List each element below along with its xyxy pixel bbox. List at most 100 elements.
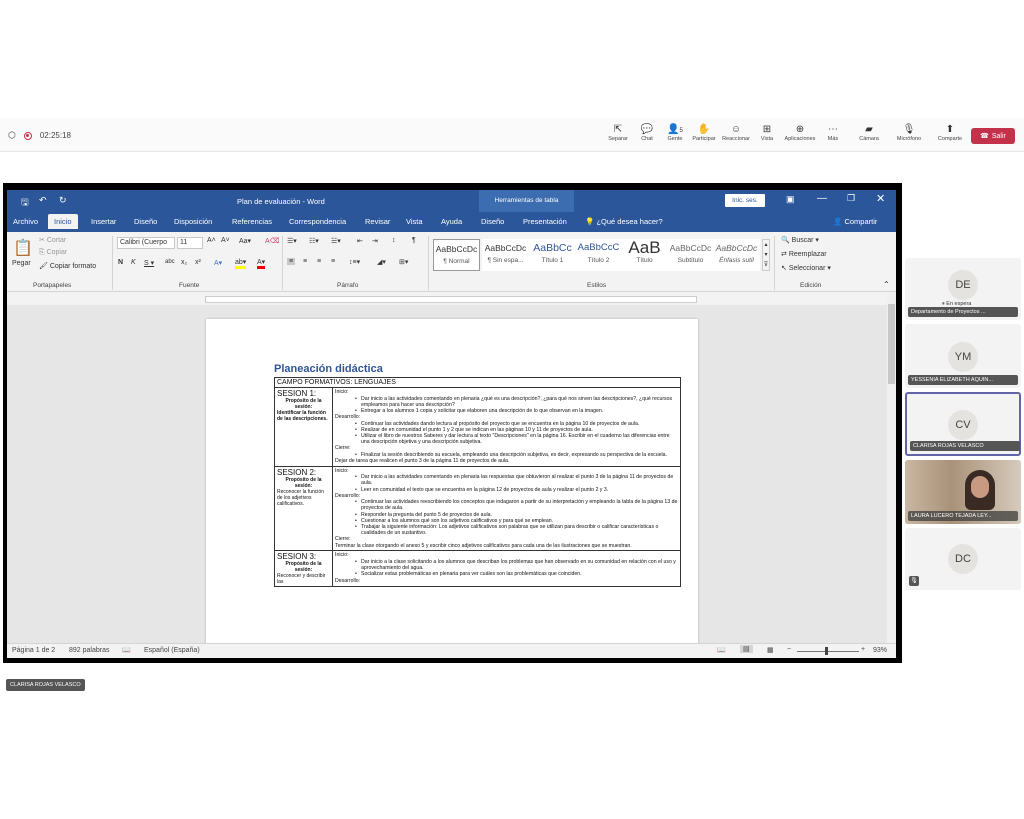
toolbar-button-reaccionar[interactable]: ☺ Reaccionar — [719, 124, 753, 142]
tab-diseno[interactable]: Diseño — [134, 217, 157, 226]
justify-icon[interactable]: ≡ — [331, 258, 335, 265]
save-icon[interactable]: 🖫 — [21, 195, 29, 211]
align-center-icon[interactable]: ≡ — [303, 258, 307, 265]
word-count[interactable]: 892 palabras — [69, 647, 109, 654]
select-button[interactable]: ↖ Seleccionar ▾ — [781, 264, 831, 272]
tab-vista[interactable]: Vista — [406, 217, 423, 226]
participant-tile-video[interactable]: LAURA LUCERO TEJADA LEY... — [905, 460, 1021, 524]
paste-icon[interactable]: 📋 — [13, 238, 33, 258]
participant-tile-active[interactable]: CV CLARISA ROJAS VELASCO — [905, 392, 1021, 456]
read-mode-icon[interactable]: 📖 — [717, 646, 726, 654]
sign-in-button[interactable]: Inic. ses. — [725, 194, 765, 207]
change-case-icon[interactable]: Aa▾ — [239, 237, 251, 245]
pilcrow-icon[interactable]: ¶ — [412, 237, 416, 244]
replace-button[interactable]: ⇄ Reemplazar — [781, 250, 827, 258]
clear-format-icon[interactable]: A⌫ — [265, 237, 280, 245]
find-button[interactable]: 🔍 Buscar ▾ — [781, 236, 819, 244]
proofing-icon[interactable]: 📖 — [122, 646, 131, 654]
zoom-in-icon[interactable]: + — [861, 646, 865, 653]
leave-button[interactable]: ☎ Salir — [971, 128, 1015, 144]
page-count[interactable]: Página 1 de 2 — [12, 647, 55, 654]
format-painter-button[interactable]: 🖌 Copiar formato — [39, 262, 96, 270]
text-effects-icon[interactable]: A▾ — [214, 259, 222, 267]
redo-icon[interactable]: ↻ — [59, 195, 67, 206]
zoom-slider-thumb[interactable] — [825, 647, 828, 655]
multilevel-list-icon[interactable]: ☱▾ — [331, 237, 341, 245]
document-page[interactable]: Planeación didáctica CAMPO FORMATIVOS: L… — [206, 319, 698, 643]
zoom-out-icon[interactable]: − — [787, 646, 791, 653]
ribbon-display-icon[interactable]: ▣ — [786, 194, 795, 205]
cut-button[interactable]: ✂ Cortar — [39, 236, 66, 244]
web-layout-icon[interactable]: ▦ — [767, 646, 774, 654]
toolbar-button-microfono[interactable]: 🎙 Micrófono — [892, 124, 926, 142]
font-color-icon[interactable]: A▾ — [257, 258, 266, 269]
minimize-icon[interactable]: — — [817, 193, 827, 204]
print-layout-icon[interactable]: ▤ — [740, 645, 753, 653]
tab-referencias[interactable]: Referencias — [232, 217, 272, 226]
undo-icon[interactable]: ↶ — [39, 195, 47, 206]
toolbar-button-aplicaciones[interactable]: ⊕ Aplicaciones — [783, 124, 817, 142]
borders-icon[interactable]: ⊞▾ — [399, 258, 408, 266]
style-normal[interactable]: AaBbCcDc ¶ Normal — [433, 239, 480, 271]
tab-revisar[interactable]: Revisar — [365, 217, 390, 226]
tab-ayuda[interactable]: Ayuda — [441, 217, 462, 226]
zoom-slider[interactable] — [797, 651, 859, 652]
copy-button[interactable]: ⎘ Copiar — [39, 249, 67, 257]
style-title[interactable]: AaB Título — [621, 239, 668, 271]
superscript-icon[interactable]: x² — [195, 259, 201, 266]
toolbar-button-camara[interactable]: ▰ Cámara — [852, 124, 886, 142]
underline-icon[interactable]: S ▾ — [144, 259, 154, 267]
scrollbar-thumb[interactable] — [888, 304, 895, 384]
participant-tile[interactable]: YM YESSENIA ELIZABETH AQUIN... — [905, 324, 1021, 388]
style-heading-1[interactable]: AaBbCc Título 1 — [529, 239, 576, 271]
recording-icon — [23, 131, 32, 140]
tab-table-diseno[interactable]: Diseño — [481, 217, 504, 226]
tab-insertar[interactable]: Insertar — [91, 217, 116, 226]
collapse-ribbon-icon[interactable]: ⌃ — [883, 280, 890, 289]
tab-archivo[interactable]: Archivo — [13, 217, 38, 226]
style-no-spacing[interactable]: AaBbCcDc ¶ Sin espa... — [482, 239, 529, 271]
bold-icon[interactable]: N — [118, 259, 123, 266]
shading-icon[interactable]: ◢▾ — [377, 258, 386, 266]
align-left-icon[interactable]: ≡ — [287, 258, 296, 265]
toolbar-button-comparte[interactable]: ⬆ Comparte — [933, 124, 967, 142]
tab-presentacion[interactable]: Presentación — [523, 217, 567, 226]
toolbar-button-mas[interactable]: ⋯ Más — [816, 124, 850, 142]
decrease-indent-icon[interactable]: ⇤ — [357, 237, 363, 245]
toolbar-button-vista[interactable]: ⊞ Vista — [750, 124, 784, 142]
participant-tile[interactable]: DE ⏸ En espera Departamento de Proyectos… — [905, 258, 1021, 320]
style-heading-2[interactable]: AaBbCcC Título 2 — [575, 239, 622, 271]
sort-icon[interactable]: ↕ — [392, 237, 396, 244]
zoom-level[interactable]: 93% — [873, 647, 887, 654]
strikethrough-icon[interactable]: abc — [165, 259, 175, 265]
subscript-icon[interactable]: x₂ — [181, 259, 187, 266]
italic-icon[interactable]: K — [131, 259, 136, 266]
align-right-icon[interactable]: ≡ — [317, 258, 321, 265]
tab-disposicion[interactable]: Disposición — [174, 217, 212, 226]
more-icon: ⋯ — [828, 124, 838, 135]
highlight-icon[interactable]: ab▾ — [235, 258, 247, 269]
grow-font-icon[interactable]: A˄ — [207, 237, 216, 244]
paste-button[interactable]: Pegar — [12, 260, 31, 267]
toolbar-button-participar[interactable]: ✋ Participar — [687, 124, 721, 142]
status-bar: Página 1 de 2 892 palabras 📖 Español (Es… — [7, 643, 896, 658]
language-indicator[interactable]: Español (España) — [144, 647, 200, 654]
close-icon[interactable]: ✕ — [876, 192, 885, 205]
numbering-icon[interactable]: ☷▾ — [309, 237, 319, 245]
tab-inicio[interactable]: Inicio — [48, 214, 78, 229]
line-spacing-icon[interactable]: ↕≡▾ — [349, 258, 360, 266]
font-size-box[interactable]: 11 — [177, 237, 203, 249]
bullets-icon[interactable]: ☰▾ — [287, 237, 297, 245]
restore-icon[interactable]: ❐ — [847, 193, 855, 204]
increase-indent-icon[interactable]: ⇥ — [372, 237, 378, 245]
vertical-scrollbar[interactable] — [887, 292, 896, 643]
style-subtle-emphasis[interactable]: AaBbCcDc Énfasis sutil — [713, 239, 760, 271]
font-name-box[interactable]: Calibri (Cuerpo — [117, 237, 175, 249]
style-subtitle[interactable]: AaBbCcDc Subtítulo — [667, 239, 714, 271]
share-button[interactable]: 👤 Compartir — [833, 217, 877, 226]
tab-correspondencia[interactable]: Correspondencia — [289, 217, 346, 226]
tell-me-box[interactable]: 💡 ¿Qué desea hacer? — [585, 217, 663, 226]
participant-tile[interactable]: DC 🎙 — [905, 528, 1021, 590]
styles-gallery-scroll[interactable]: ▴ ▾ ⊽ — [762, 239, 770, 271]
shrink-font-icon[interactable]: A˅ — [221, 237, 230, 244]
